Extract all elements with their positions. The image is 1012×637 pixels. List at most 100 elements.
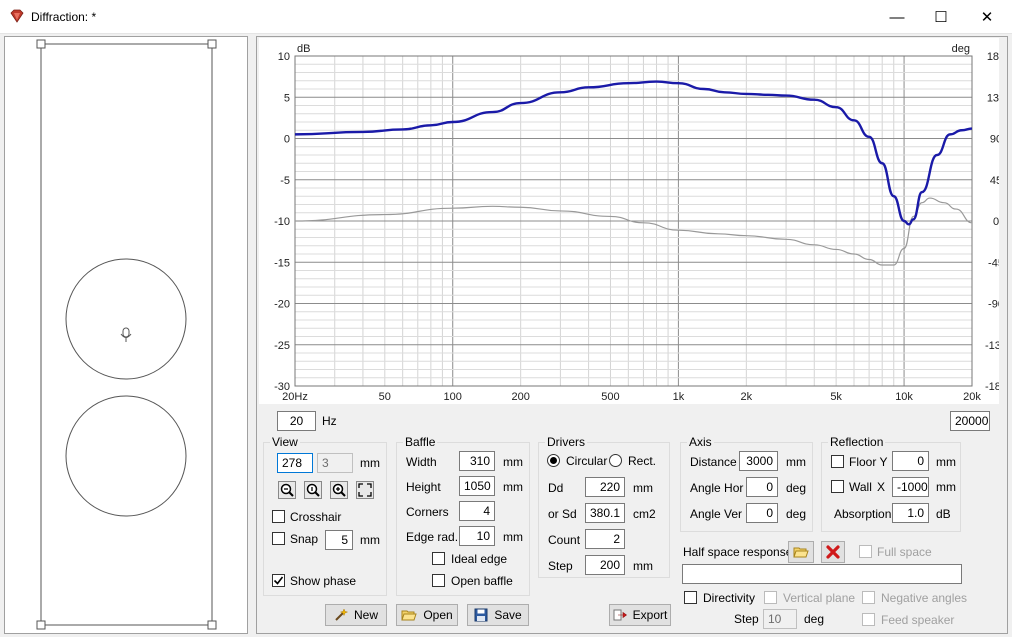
freq-min-input[interactable]: 20 [277,411,316,431]
snap-checkbox[interactable] [272,532,285,545]
open-baffle-checkbox[interactable] [432,574,445,587]
minimize-button[interactable]: — [874,0,920,34]
close-button[interactable]: ✕ [964,0,1010,34]
grid-input[interactable]: 3 [317,453,353,473]
wall-checkbox[interactable] [831,480,844,493]
half-space-path-input[interactable] [682,564,962,584]
dd-input[interactable]: 220 [585,477,625,497]
baffle-outline [40,43,213,626]
y2-tick-label: 135 [987,92,999,104]
zoom-fit-icon[interactable] [304,481,322,499]
edge-radius-label: Edge rad. [406,530,459,544]
freq-unit-label: Hz [322,414,337,428]
vertical-plane-label: Vertical plane [783,591,856,605]
y-tick-label: -25 [274,340,290,352]
y-tick-label: -10 [274,216,290,228]
freq-max-input[interactable]: 20000 [950,411,990,431]
directivity-step-unit: deg [804,612,825,626]
directivity-checkbox[interactable] [684,591,697,604]
save-button[interactable]: Save [467,604,529,626]
x-tick-label: 500 [601,391,619,403]
x-tick-label: 20Hz [282,391,308,403]
angle-hor-input[interactable]: 0 [746,477,778,497]
angle-ver-input[interactable]: 0 [746,503,778,523]
full-space-checkbox[interactable] [859,545,872,558]
ideal-edge-checkbox[interactable] [432,552,445,565]
phase-line [294,197,973,266]
negative-angles-label: Negative angles [881,591,968,605]
baffle-drawing[interactable] [4,36,248,634]
show-phase-checkbox[interactable] [272,574,285,587]
rect-radio[interactable] [609,454,622,467]
floor-checkbox[interactable] [831,455,844,468]
y-tick-label: 0 [284,134,290,146]
angle-hor-unit: deg [786,481,807,495]
y2-tick-label: -90 [988,299,999,311]
fullscreen-icon[interactable] [356,481,374,499]
wall-input[interactable]: -1000 [892,477,929,497]
snap-input[interactable]: 5 [325,530,353,550]
zoom-in-icon[interactable] [330,481,348,499]
distance-input[interactable]: 3000 [739,451,778,471]
crosshair-label: Crosshair [290,510,342,524]
angle-hor-label: Angle Hor [690,481,744,495]
corners-input[interactable]: 4 [459,501,495,521]
half-space-open-button[interactable] [788,541,814,563]
folder-open-icon [401,610,418,621]
half-space-clear-button[interactable] [821,541,845,563]
distance-unit: mm [786,455,806,469]
resize-handle-br [207,620,217,630]
edge-radius-input[interactable]: 10 [459,526,495,546]
height-input[interactable]: 1050 [459,476,495,496]
circular-label: Circular [566,454,608,468]
wall-x-label: X [877,480,886,494]
circular-radio[interactable] [547,454,560,467]
y2-tick-label: 180 [987,51,999,63]
y2-tick-label: 0 [993,216,999,228]
maximize-button[interactable]: ☐ [918,0,964,34]
width-input[interactable]: 310 [459,451,495,471]
y2-tick-label: -180 [985,381,999,393]
x-tick-label: 10k [895,391,913,403]
microphone-icon [120,327,132,342]
floor-input[interactable]: 0 [892,451,929,471]
new-button[interactable]: New [325,604,387,626]
x-tick-label: 5k [830,391,842,403]
window-title: Diffraction: * [31,10,97,24]
angle-ver-label: Angle Ver [690,507,743,521]
absorption-input[interactable]: 1.0 [892,503,929,523]
crosshair-checkbox[interactable] [272,510,285,523]
y2-tick-label: -45 [988,257,999,269]
height-unit: mm [503,480,523,494]
resize-handle-tl [36,39,46,49]
step-input[interactable]: 200 [585,555,625,575]
zoom-input[interactable]: 278 [277,453,313,473]
y-tick-label: 5 [284,92,290,104]
negative-angles-checkbox[interactable] [862,591,875,604]
wall-unit: mm [936,480,956,494]
x-tick-label: 20k [963,391,981,403]
export-arrow-icon [613,609,627,621]
wall-label: Wall [849,480,872,494]
directivity-step-input[interactable]: 10 [763,609,797,629]
x-tick-label: 1k [673,391,685,403]
y-tick-label: -5 [280,175,290,187]
export-button[interactable]: Export [609,604,671,626]
left-unit-label: dB [297,43,310,55]
open-button[interactable]: Open [396,604,458,626]
vertical-plane-checkbox[interactable] [764,591,777,604]
zoom-out-icon[interactable] [278,481,296,499]
snap-unit-label: mm [360,533,380,547]
ideal-edge-label: Ideal edge [451,552,508,566]
y2-tick-label: -135 [985,340,999,352]
driver-circle-2 [65,395,187,517]
floppy-disk-icon [474,608,488,622]
step-label: Step [548,559,573,573]
resize-handle-bl [36,620,46,630]
frequency-chart: 1050-5-10-15-20-25-3018013590450-45-90-1… [274,43,999,403]
feed-speaker-checkbox[interactable] [862,613,875,626]
dd-label: Dd [548,481,564,495]
count-input[interactable]: 2 [585,529,625,549]
directivity-label: Directivity [703,591,756,605]
sd-input[interactable]: 380.1 [585,503,625,523]
